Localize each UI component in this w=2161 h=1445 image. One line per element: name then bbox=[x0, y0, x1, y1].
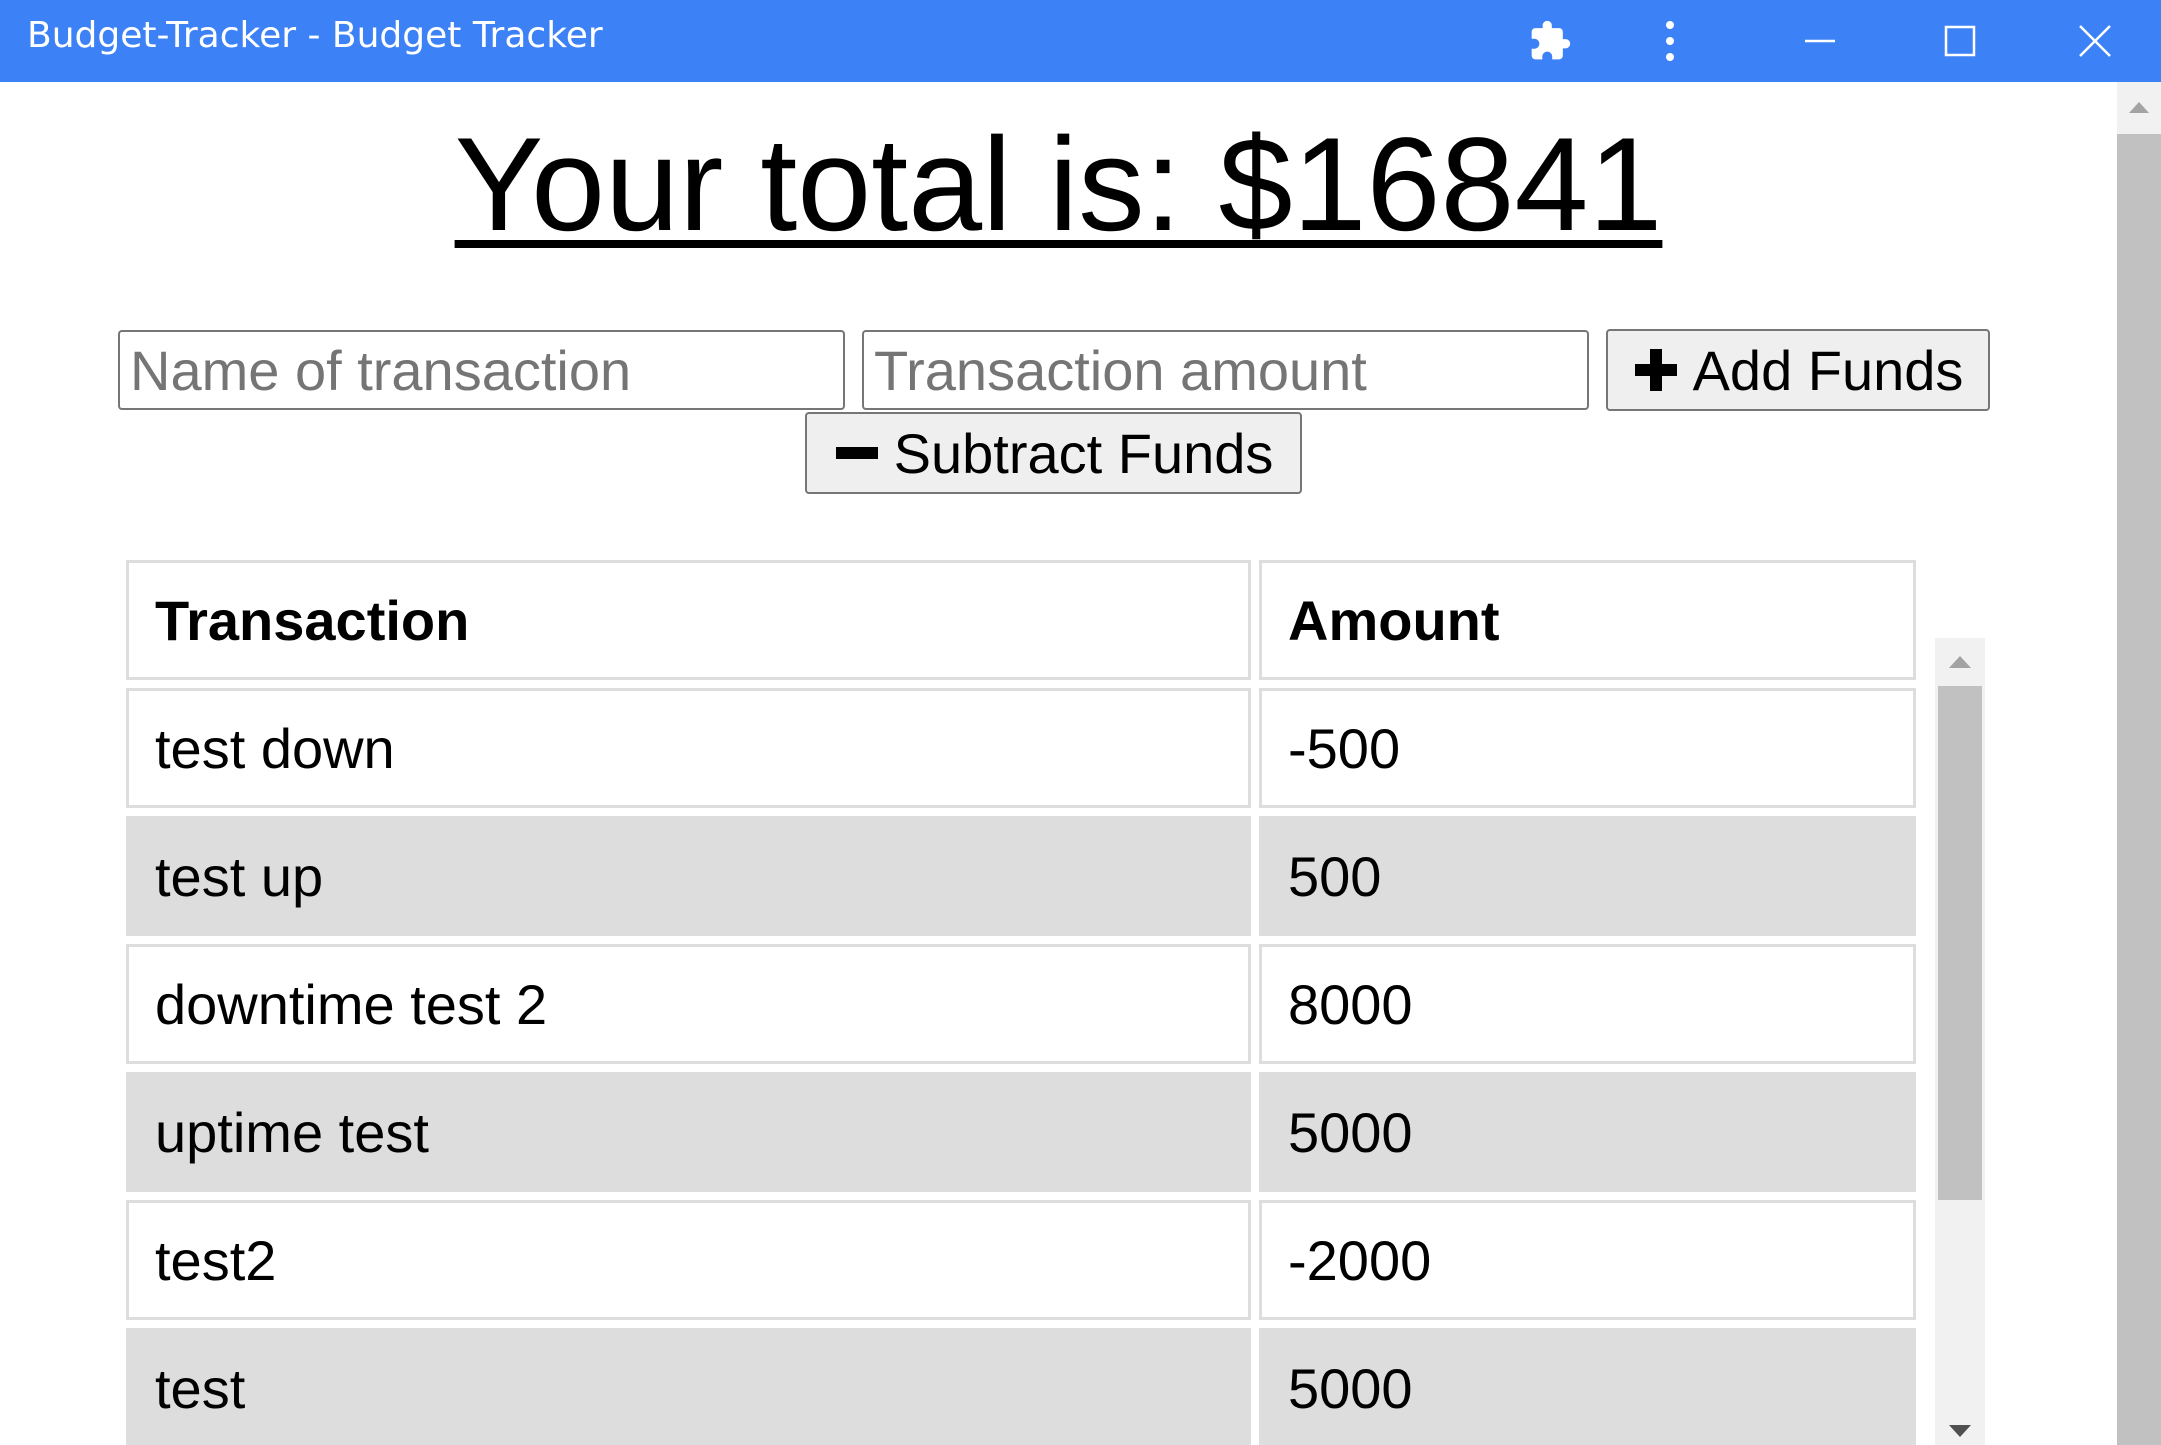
extensions-button[interactable] bbox=[1520, 0, 1580, 82]
add-funds-label: Add Funds bbox=[1692, 338, 1964, 402]
transaction-amount-cell: 8000 bbox=[1259, 944, 1916, 1064]
extension-puzzle-icon bbox=[1531, 20, 1571, 60]
page-scrollbar-thumb[interactable] bbox=[2117, 134, 2161, 1445]
transaction-name-cell: uptime test bbox=[126, 1072, 1251, 1192]
transaction-name-cell: test up bbox=[126, 816, 1251, 936]
page-scroll-up-arrow-icon[interactable] bbox=[2129, 102, 2149, 113]
transaction-name-cell: downtime test 2 bbox=[126, 944, 1251, 1064]
window-titlebar: Budget-Tracker - Budget Tracker bbox=[0, 0, 2161, 82]
transaction-amount-input[interactable] bbox=[862, 330, 1589, 410]
table-row: downtime test 2 8000 bbox=[126, 944, 1916, 1064]
minimize-icon bbox=[1805, 39, 1835, 43]
maximize-button[interactable] bbox=[1930, 0, 1990, 82]
transaction-name-input[interactable] bbox=[118, 330, 845, 410]
table-row: test2 -2000 bbox=[126, 1200, 1916, 1320]
transactions-table-container: Transaction Amount test down -500 test u… bbox=[126, 560, 2111, 1445]
more-options-button[interactable] bbox=[1640, 0, 1700, 82]
transaction-name-cell: test2 bbox=[126, 1200, 1251, 1320]
plus-icon bbox=[1633, 347, 1679, 393]
more-vert-icon bbox=[1666, 21, 1674, 61]
table-header-row: Transaction Amount bbox=[126, 560, 1916, 680]
transaction-name-cell: test down bbox=[126, 688, 1251, 808]
scroll-down-arrow-icon[interactable] bbox=[1949, 1425, 1971, 1437]
page-scrollbar[interactable] bbox=[2117, 82, 2161, 1445]
maximize-icon bbox=[1944, 25, 1976, 57]
table-row: test down -500 bbox=[126, 688, 1916, 808]
table-row: test up 500 bbox=[126, 816, 1916, 936]
transaction-amount-cell: 500 bbox=[1259, 816, 1916, 936]
column-header-transaction: Transaction bbox=[126, 560, 1251, 680]
total-heading: Your total is: $16841 bbox=[454, 111, 1663, 259]
transaction-name-cell: test bbox=[126, 1328, 1251, 1445]
transactions-table: Transaction Amount test down -500 test u… bbox=[126, 560, 1924, 1445]
table-scrollbar[interactable] bbox=[1935, 638, 1985, 1445]
transaction-amount-cell: -2000 bbox=[1259, 1200, 1916, 1320]
add-funds-button[interactable]: Add Funds bbox=[1606, 329, 1990, 411]
table-scrollbar-thumb[interactable] bbox=[1938, 686, 1982, 1200]
table-row: uptime test 5000 bbox=[126, 1072, 1916, 1192]
transaction-amount-cell: 5000 bbox=[1259, 1072, 1916, 1192]
subtract-funds-button[interactable]: Subtract Funds bbox=[805, 412, 1302, 494]
scroll-up-arrow-icon[interactable] bbox=[1949, 656, 1971, 668]
table-row: test 5000 bbox=[126, 1328, 1916, 1445]
subtract-funds-label: Subtract Funds bbox=[893, 421, 1274, 485]
minus-icon bbox=[834, 430, 880, 476]
transaction-amount-cell: -500 bbox=[1259, 688, 1916, 808]
transaction-amount-cell: 5000 bbox=[1259, 1328, 1916, 1445]
column-header-amount: Amount bbox=[1259, 560, 1916, 680]
close-button[interactable] bbox=[2065, 0, 2125, 82]
minimize-button[interactable] bbox=[1790, 0, 1850, 82]
page-content: Your total is: $16841 Add Funds Subtract… bbox=[0, 82, 2117, 1445]
close-icon bbox=[2079, 25, 2111, 57]
window-title: Budget-Tracker - Budget Tracker bbox=[27, 15, 603, 56]
